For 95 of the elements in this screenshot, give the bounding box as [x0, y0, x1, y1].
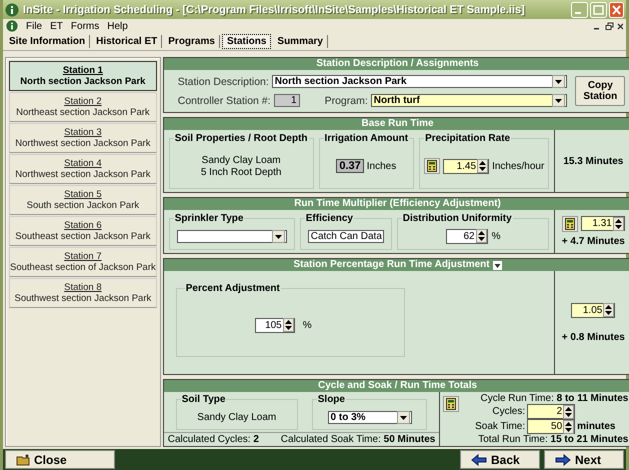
calculator-icon	[564, 218, 575, 230]
group-title: Precipitation Rate	[424, 133, 512, 144]
group-title: Percent Adjustment	[184, 283, 281, 294]
irrigation-amount-field: 0.37	[336, 159, 364, 174]
group-title: Irrigation Amount	[324, 133, 410, 144]
station-item[interactable]: Station 6 Southeast section Jackson Park	[9, 216, 157, 246]
group-title: Slope	[316, 394, 346, 405]
field-label: Cycles:	[491, 406, 526, 417]
field-label: Soak Time:	[474, 421, 526, 432]
cycle-run-time: Cycle Run Time: 8 to 11 Minutes	[480, 393, 628, 404]
efficiency-dropdown[interactable]: Catch Can Data	[308, 230, 384, 243]
section-header: Base Run Time	[164, 118, 629, 130]
group-title: Efficiency	[304, 212, 354, 224]
group-title: Sprinkler Type	[174, 212, 244, 224]
dropdown-icon[interactable]	[492, 260, 502, 270]
unit-label: Inches/hour	[492, 160, 544, 172]
spin-arrows-icon[interactable]	[282, 318, 294, 332]
sprinkler-type-dropdown[interactable]	[176, 230, 287, 243]
calculator-button[interactable]	[443, 396, 460, 412]
spin-arrows-icon[interactable]	[477, 159, 488, 174]
calculated-soak-time: Calculated Soak Time: 50 Minutes	[280, 434, 436, 445]
tab[interactable]: Stations	[222, 34, 272, 49]
spinner-field[interactable]: 2	[527, 404, 576, 419]
window-title: InSite - Irrigation Scheduling - [C:\Program Files\Irrisoft\InSite\Samples\Historical ET Sample.iis]	[23, 4, 526, 16]
field-label: Station Description:	[178, 76, 269, 88]
spin-arrows-icon[interactable]	[603, 303, 614, 318]
tab[interactable]: Programs	[164, 35, 220, 48]
menu-item[interactable]: Help	[107, 20, 128, 32]
spin-arrows-icon[interactable]	[563, 420, 574, 434]
slope-dropdown[interactable]: 0 to 3%	[328, 410, 412, 424]
spinner-field[interactable]: 1.31	[580, 216, 625, 232]
soil-type-text: Sandy Clay Loam	[197, 412, 276, 422]
app-icon	[6, 20, 18, 32]
tab[interactable]: Historical ET	[92, 35, 162, 48]
calculator-button[interactable]	[562, 216, 578, 232]
program-dropdown[interactable]: North turf	[370, 94, 568, 108]
station-item[interactable]: Station 7 Southeast section of Jackson Park	[9, 247, 157, 277]
calculator-button[interactable]	[424, 158, 440, 174]
controller-station-field: 1	[274, 94, 300, 108]
group-title: Soil Type	[180, 394, 226, 405]
spinner-field[interactable]: 1.05	[571, 302, 616, 318]
station-item[interactable]: Station 8 Southwest section Jackson Park	[9, 278, 157, 308]
station-item[interactable]: Station 3 Northwest section Jackson Park	[9, 123, 157, 153]
menu-item[interactable]: ET	[50, 20, 63, 32]
section-header: Run Time Multiplier (Efficiency Adjustment)	[164, 198, 629, 210]
menu-item[interactable]: File	[26, 20, 42, 32]
caret-icon[interactable]	[396, 410, 410, 424]
station-item[interactable]: Station 5 South section Jackon Park	[9, 185, 157, 215]
calculated-cycles: Calculated Cycles: 2	[168, 434, 259, 445]
section-header: Station Description / Assignments	[164, 58, 629, 70]
group-title: Soil Properties / Root Depth	[174, 133, 309, 144]
group-title: Distribution Uniformity	[402, 212, 513, 224]
spin-arrows-icon[interactable]	[476, 229, 487, 244]
field-label: Program:	[324, 94, 368, 107]
unit-label: minutes	[577, 421, 616, 432]
back-button[interactable]: Back	[460, 450, 540, 469]
run-time-result: 15.3 Minutes	[563, 156, 624, 167]
arrow-right-icon	[555, 454, 571, 466]
run-time-result: + 0.8 Minutes	[562, 332, 625, 343]
soil-text: Sandy Clay Loam	[202, 154, 281, 166]
caret-icon[interactable]	[552, 75, 566, 88]
restore-icon[interactable]	[605, 22, 614, 30]
description-dropdown[interactable]: North section Jackson Park	[272, 75, 568, 88]
caret-icon[interactable]	[552, 94, 566, 108]
soil-text: 5 Inch Root Depth	[200, 166, 282, 178]
spin-arrows-icon[interactable]	[612, 216, 624, 231]
menu-item[interactable]: Forms	[70, 20, 100, 32]
spinner-field[interactable]: 62	[446, 228, 488, 244]
folder-icon	[16, 454, 30, 466]
station-item[interactable]: Station 2 Northeast section Jackson Park	[9, 92, 157, 122]
close-icon[interactable]	[617, 22, 623, 30]
run-time-result: + 4.7 Minutes	[562, 236, 625, 247]
tab[interactable]: Summary	[273, 35, 328, 48]
total-run-time: Total Run Time: 15 to 21 Minutes	[477, 434, 628, 445]
tab[interactable]: Site Information	[5, 35, 90, 48]
arrow-left-icon	[471, 454, 487, 466]
caret-icon[interactable]	[272, 230, 285, 243]
unit-label: %	[492, 230, 500, 242]
unit-label: Inches	[366, 160, 396, 172]
spinner-field[interactable]: 50	[527, 419, 576, 434]
spin-arrows-icon[interactable]	[563, 404, 574, 418]
copy-station-button[interactable]: Copy Station	[575, 76, 626, 106]
spinner-field[interactable]: 1.45	[443, 158, 490, 174]
calculator-icon	[427, 160, 438, 172]
section-header: Station Percentage Run Time Adjustment	[164, 259, 629, 272]
station-item[interactable]: Station 1 North section Jackson Park	[9, 61, 157, 91]
calculator-icon	[446, 398, 456, 410]
station-item[interactable]: Station 4 Northwest section Jackson Park	[9, 154, 157, 184]
field-label: Controller Station #:	[178, 94, 271, 107]
unit-label: %	[302, 320, 312, 331]
section-header: Cycle and Soak / Run Time Totals	[164, 380, 629, 392]
next-button[interactable]: Next	[544, 450, 624, 469]
app-icon	[5, 2, 19, 16]
close-button[interactable]: Close	[5, 450, 115, 469]
spinner-field[interactable]: 105	[254, 318, 295, 333]
